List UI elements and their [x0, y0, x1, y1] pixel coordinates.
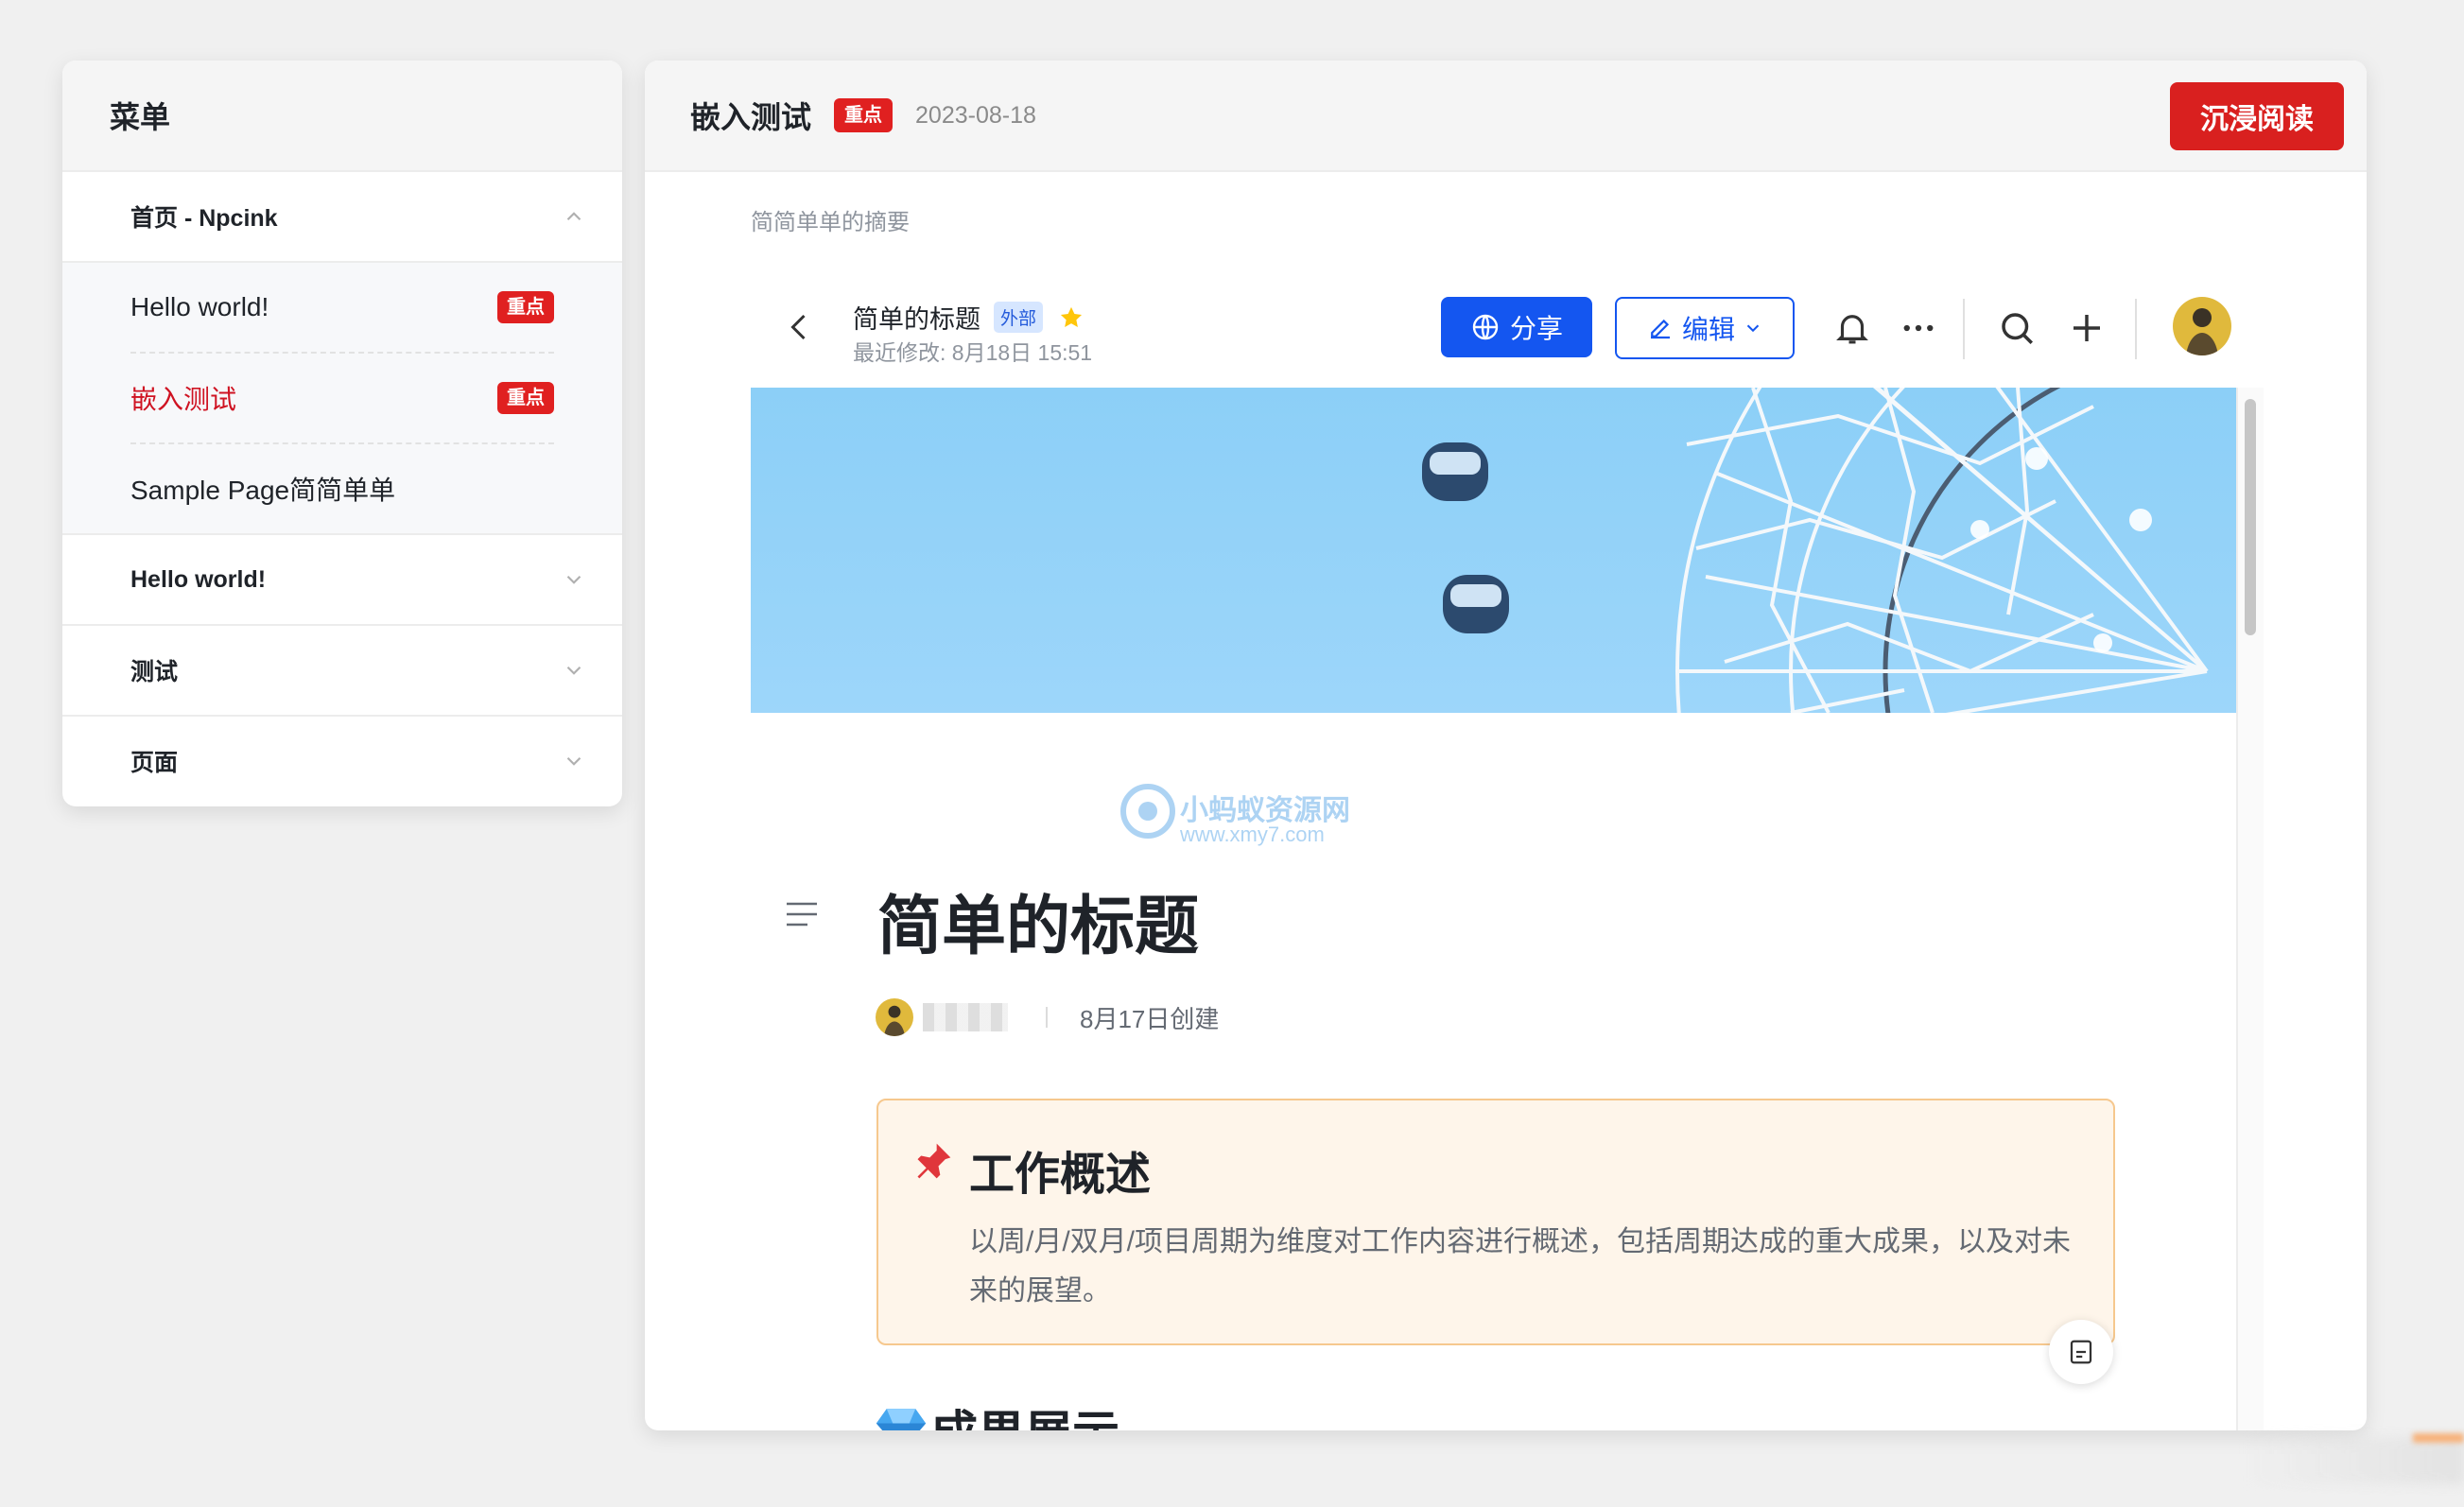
globe-icon — [1472, 314, 1499, 340]
more-icon[interactable] — [1899, 308, 1938, 348]
comment-button[interactable] — [2049, 1320, 2113, 1384]
toolbar-divider — [2135, 299, 2137, 359]
post-panel: 嵌入测试 重点 2023-08-18 沉浸阅读 简简单单的摘要 简单的标题 外部… — [645, 61, 2367, 1430]
section-heading-text: 成果展示 — [930, 1395, 1119, 1430]
scrollbar[interactable] — [2236, 388, 2264, 1430]
comment-icon — [2070, 1340, 2092, 1364]
menu-item-label: 嵌入测试 — [130, 385, 237, 414]
menu-section-home[interactable]: 首页 - Npcink — [62, 172, 622, 263]
pencil-icon — [1650, 319, 1670, 339]
menu-section-test[interactable]: 测试 — [62, 626, 622, 717]
menu-title: 菜单 — [62, 61, 622, 172]
created-date: 8月17日创建 — [1080, 1004, 1220, 1033]
share-label: 分享 — [1509, 314, 1563, 343]
scrollbar-thumb[interactable] — [2245, 399, 2256, 635]
edit-button[interactable]: 编辑 — [1615, 297, 1795, 359]
highlight-badge: 重点 — [834, 98, 894, 132]
menu-section-hello-world[interactable]: Hello world! — [62, 535, 622, 626]
divider — [1046, 1007, 1048, 1028]
external-tag: 外部 — [994, 302, 1044, 333]
outline-icon[interactable] — [785, 900, 819, 928]
menu-item-label: Sample Page简简单单 — [130, 476, 396, 505]
post-summary: 简简单单的摘要 — [751, 210, 910, 235]
avatar[interactable] — [2173, 297, 2231, 355]
menu-item-embed-test[interactable]: 嵌入测试 重点 — [130, 354, 554, 444]
menu-section-label: 测试 — [130, 659, 179, 685]
doc-title: 简单的标题 — [853, 305, 980, 334]
chevron-down-icon — [566, 756, 581, 766]
post-date: 2023-08-18 — [915, 101, 1036, 129]
pushpin-icon — [917, 1143, 951, 1179]
chevron-down-icon — [566, 575, 581, 584]
menu-section-label: 页面 — [130, 750, 179, 776]
back-arrow-icon[interactable] — [783, 310, 817, 344]
last-modified: 最近修改: 8月18日 15:51 — [853, 340, 1093, 365]
embedded-document: 简单的标题 外部 最近修改: 8月18日 15:51 分享 编辑 小蚂蚁资源网 … — [751, 278, 2264, 1430]
gem-icon — [876, 1409, 927, 1430]
menu-panel: 菜单 首页 - Npcink Hello world! 重点 嵌入测试 重点 S… — [62, 61, 622, 806]
share-button[interactable]: 分享 — [1441, 297, 1592, 357]
cover-image — [751, 388, 2236, 713]
author-row: 8月17日创建 — [876, 998, 1219, 1036]
toolbar-divider — [1963, 299, 1965, 359]
plus-icon[interactable] — [2067, 308, 2107, 348]
menu-section-label: 首页 - Npcink — [130, 205, 278, 232]
chevron-up-icon — [566, 212, 581, 221]
menu-item-label: Hello world! — [130, 292, 269, 321]
watermark-url: www.xmy7.com — [1180, 823, 1325, 846]
callout-block: 工作概述 以周/月/双月/项目周期为维度对工作内容进行概述，包括周期达成的重大成… — [876, 1099, 2115, 1345]
menu-item-hello-world[interactable]: Hello world! 重点 — [130, 263, 554, 354]
menu-section-label: Hello world! — [130, 565, 267, 593]
star-icon[interactable] — [1058, 304, 1085, 331]
doc-heading: 简单的标题 — [877, 891, 1200, 962]
bell-icon[interactable] — [1832, 308, 1872, 348]
callout-title: 工作概述 — [969, 1150, 1152, 1200]
highlight-badge: 重点 — [497, 291, 554, 323]
chevron-down-icon — [1746, 324, 1760, 333]
post-title: 嵌入测试 — [690, 100, 812, 134]
search-icon[interactable] — [1997, 308, 2037, 348]
highlight-badge: 重点 — [497, 382, 554, 414]
edge-artifact — [2245, 1437, 2464, 1484]
author-avatar[interactable] — [876, 998, 913, 1036]
gondola — [1422, 442, 1509, 633]
doc-title-row: 简单的标题 外部 — [853, 299, 1085, 336]
menu-submenu: Hello world! 重点 嵌入测试 重点 Sample Page简简单单 — [62, 263, 622, 535]
ferris-wheel-image — [1422, 388, 2209, 713]
chevron-down-icon — [566, 666, 581, 675]
immersive-read-button[interactable]: 沉浸阅读 — [2170, 82, 2344, 150]
section-heading: 成果展示 — [876, 1395, 1119, 1430]
callout-text: 以周/月/双月/项目周期为维度对工作内容进行概述，包括周期达成的重大成果，以及对… — [969, 1226, 2072, 1307]
watermark-logo-icon — [1120, 784, 1175, 839]
menu-item-sample-page[interactable]: Sample Page简简单单 — [130, 444, 554, 533]
doc-toolbar: 简单的标题 外部 最近修改: 8月18日 15:51 分享 编辑 — [751, 278, 2262, 383]
edge-artifact — [2413, 1433, 2464, 1443]
menu-section-pages[interactable]: 页面 — [62, 717, 622, 805]
post-header: 嵌入测试 重点 2023-08-18 沉浸阅读 — [645, 61, 2367, 172]
author-name-redacted — [923, 1003, 1008, 1031]
watermark: 小蚂蚁资源网 www.xmy7.com — [1119, 783, 1365, 849]
edit-label: 编辑 — [1681, 315, 1735, 344]
